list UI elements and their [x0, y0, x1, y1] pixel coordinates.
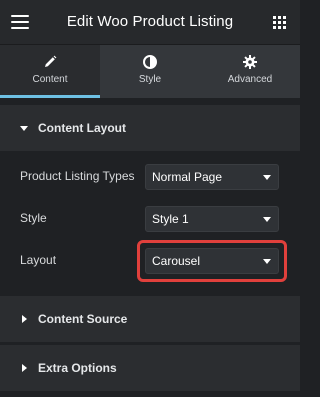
listing-type-label: Product Listing Types	[20, 169, 135, 183]
panel-tabs: Content Style Advanced	[0, 45, 300, 98]
caret-down-icon	[20, 126, 28, 131]
panel-header: Edit Woo Product Listing	[0, 0, 300, 45]
style-label: Style	[20, 211, 47, 225]
gear-icon	[243, 55, 257, 69]
tab-style[interactable]: Style	[100, 45, 200, 98]
layout-label: Layout	[20, 253, 57, 267]
chevron-down-icon	[263, 175, 271, 180]
listing-type-select[interactable]: Normal Page	[145, 164, 279, 190]
grid-apps-icon[interactable]	[273, 16, 286, 29]
listing-type-value: Normal Page	[152, 170, 223, 184]
tab-content[interactable]: Content	[0, 45, 100, 98]
tab-style-label: Style	[138, 74, 162, 85]
style-value: Style 1	[152, 212, 189, 226]
caret-right-icon	[22, 315, 27, 323]
pencil-icon	[45, 55, 57, 67]
editor-panel: Edit Woo Product Listing Content Style A…	[0, 0, 300, 397]
section-extra-options-title: Extra Options	[38, 361, 117, 375]
tab-content-label: Content	[32, 74, 68, 85]
control-style: Style Style 1	[0, 206, 300, 232]
panel-title: Edit Woo Product Listing	[66, 13, 234, 30]
control-listing-type: Product Listing Types Normal Page	[0, 164, 300, 190]
section-content-source-title: Content Source	[38, 312, 128, 326]
tab-advanced-label: Advanced	[227, 74, 273, 85]
section-content-layout[interactable]: Content Layout	[0, 105, 300, 151]
tab-advanced[interactable]: Advanced	[200, 45, 300, 98]
layout-highlight-box	[137, 240, 287, 282]
section-content-layout-title: Content Layout	[38, 121, 126, 135]
section-extra-options[interactable]: Extra Options	[0, 345, 300, 391]
caret-right-icon	[22, 364, 27, 372]
style-select[interactable]: Style 1	[145, 206, 279, 232]
chevron-down-icon	[263, 217, 271, 222]
half-circle-contrast-icon	[143, 55, 157, 69]
section-content-source[interactable]: Content Source	[0, 296, 300, 342]
